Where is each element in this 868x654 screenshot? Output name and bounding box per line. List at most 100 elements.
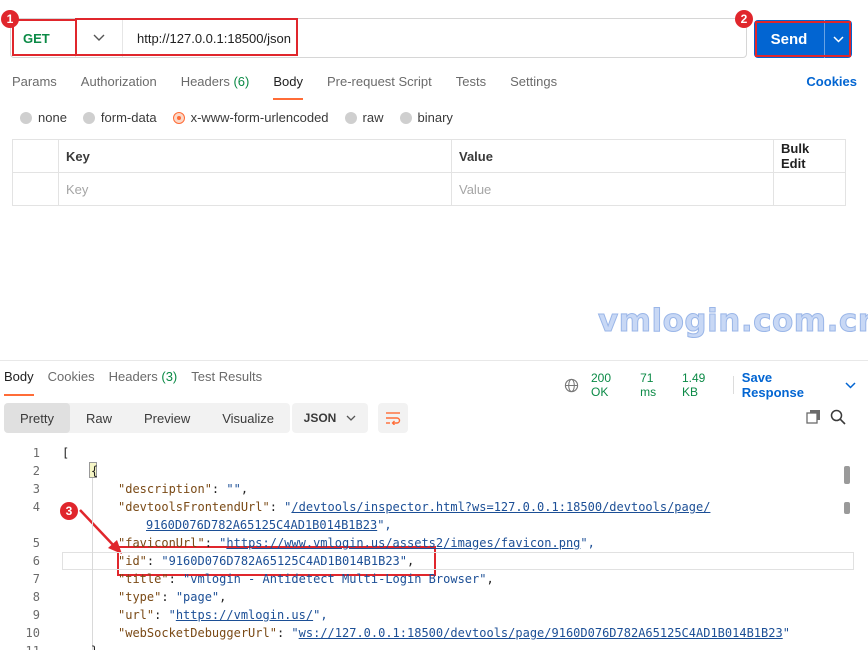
response-tabs: Body Cookies Headers (3) Test Results	[4, 369, 276, 396]
tab-label: Cookies	[47, 369, 95, 384]
tab-label: Body	[4, 369, 34, 384]
indent-guide	[92, 478, 93, 650]
json-link[interactable]: 9160D076D782A65125C4AD1B014B1B23	[146, 518, 377, 532]
save-response-button[interactable]: Save Response	[742, 370, 868, 400]
tab-body[interactable]: Body	[273, 74, 303, 100]
json-punct: ,	[219, 590, 227, 604]
radio-label: form-data	[100, 110, 157, 125]
response-divider	[0, 360, 868, 361]
response-size[interactable]: 1.49 KB	[682, 371, 721, 399]
scrollbar-thumb[interactable]	[844, 466, 850, 484]
view-tab-preview[interactable]: Preview	[128, 403, 206, 433]
radio-form-data[interactable]: form-data	[82, 110, 157, 125]
json-link[interactable]: /devtools/inspector.html?ws=127.0.0.1:18…	[291, 500, 710, 514]
response-tab-headers[interactable]: Headers (3)	[109, 369, 178, 391]
line-number: 11	[14, 644, 40, 650]
body-type-selector: none form-data x-www-form-urlencoded raw…	[20, 110, 469, 125]
response-tab-cookies[interactable]: Cookies	[48, 369, 95, 391]
radio-raw[interactable]: raw	[344, 110, 384, 125]
line-number: 3	[32, 482, 40, 496]
table-header-row: Key Value Bulk Edit	[13, 140, 845, 173]
tab-label: Authorization	[80, 74, 157, 89]
radio-button	[20, 111, 32, 124]
json-key: "devtoolsFrontendUrl"	[118, 500, 270, 514]
watermark: vmlogin.com.cn	[597, 303, 868, 340]
cookies-link[interactable]: Cookies	[806, 74, 857, 89]
json-key: "webSocketDebuggerUrl"	[118, 626, 277, 640]
response-body-code[interactable]: 1 [ 2 { 3 "description": "", 4 "devtools…	[0, 444, 868, 650]
json-punct: ,	[486, 572, 494, 586]
chevron-down-icon	[346, 415, 356, 421]
tab-headers[interactable]: Headers (6)	[181, 74, 250, 98]
view-tab-raw[interactable]: Raw	[70, 403, 128, 433]
json-punct: ,	[240, 482, 249, 496]
line-number: 6	[32, 554, 40, 568]
radio-x-www-form-urlencoded[interactable]: x-www-form-urlencoded	[172, 110, 329, 125]
annotation-box-url	[75, 18, 298, 56]
line-number: 1	[32, 446, 40, 460]
copy-icon[interactable]	[806, 409, 821, 424]
response-tab-body[interactable]: Body	[4, 369, 34, 396]
radio-label: x-www-form-urlencoded	[190, 110, 329, 125]
view-tab-visualize[interactable]: Visualize	[206, 403, 290, 433]
globe-icon[interactable]	[564, 378, 579, 393]
tab-tests[interactable]: Tests	[456, 74, 486, 98]
tab-label: Headers	[180, 74, 230, 89]
json-value: "page"	[175, 590, 220, 604]
line-number: 7	[32, 572, 40, 586]
checkbox-column-header	[13, 140, 59, 172]
wrap-lines-button[interactable]	[378, 403, 408, 433]
code-line: "faviconUrl": "https://www.vmlogin.us/as…	[118, 536, 595, 550]
chevron-down-icon	[845, 381, 856, 389]
view-tab-pretty[interactable]: Pretty	[4, 403, 70, 433]
tab-pre-request-script[interactable]: Pre-request Script	[327, 74, 432, 98]
json-link[interactable]: https://www.vmlogin.us/assets2/images/fa…	[226, 536, 580, 550]
code-line: "type": "page",	[118, 590, 227, 604]
bulk-edit-button[interactable]: Bulk Edit	[774, 140, 845, 172]
radio-label: raw	[362, 110, 384, 125]
divider	[732, 376, 734, 394]
code-line: [	[62, 446, 70, 460]
json-link[interactable]: https://vmlogin.us/	[176, 608, 313, 622]
annotation-box-send	[755, 21, 851, 57]
code-line: "webSocketDebuggerUrl": "ws://127.0.0.1:…	[118, 626, 790, 640]
code-line: "title": "vmlogin - Antidetect Multi-Log…	[118, 572, 494, 586]
radio-binary[interactable]: binary	[399, 110, 453, 125]
headers-count: (3)	[161, 369, 178, 384]
response-tab-test-results[interactable]: Test Results	[191, 369, 262, 391]
radio-button	[344, 111, 357, 124]
radio-label: binary	[417, 110, 453, 125]
tab-label: Test Results	[191, 369, 263, 384]
key-value-table: Key Value Bulk Edit Key Value	[12, 139, 846, 206]
json-link[interactable]: ws://127.0.0.1:18500/devtools/page/9160D…	[299, 626, 783, 640]
tab-label: Settings	[510, 74, 558, 89]
status-code[interactable]: 200 OK	[591, 371, 628, 399]
format-select[interactable]: JSON	[292, 403, 368, 433]
json-key: "title"	[118, 572, 169, 586]
tab-label: Pre-request Script	[326, 74, 432, 89]
tab-label: Tests	[455, 74, 487, 89]
response-time[interactable]: 71 ms	[640, 371, 670, 399]
line-number: 8	[32, 590, 40, 604]
json-punct: ",	[377, 518, 392, 532]
format-label: JSON	[303, 411, 337, 425]
description-cell	[774, 173, 845, 206]
wrap-lines-icon	[385, 411, 401, 425]
table-row: Key Value	[13, 173, 845, 206]
search-icon[interactable]	[830, 409, 846, 425]
tab-settings[interactable]: Settings	[510, 74, 557, 98]
value-input[interactable]: Value	[452, 173, 774, 206]
line-number: 4	[32, 500, 40, 514]
tab-authorization[interactable]: Authorization	[81, 74, 157, 98]
tab-params[interactable]: Params	[12, 74, 57, 98]
json-value: "vmlogin - Antidetect Multi-Login Browse…	[183, 572, 487, 586]
key-input[interactable]: Key	[59, 173, 452, 206]
json-punct: ,	[407, 554, 415, 568]
json-key: "faviconUrl"	[118, 536, 205, 550]
radio-button	[82, 111, 95, 124]
tab-label: Headers	[108, 369, 158, 384]
radio-none[interactable]: none	[20, 110, 67, 125]
json-punct: ",	[313, 608, 328, 622]
scrollbar-marker	[844, 502, 850, 514]
annotation-box-method	[12, 19, 77, 56]
